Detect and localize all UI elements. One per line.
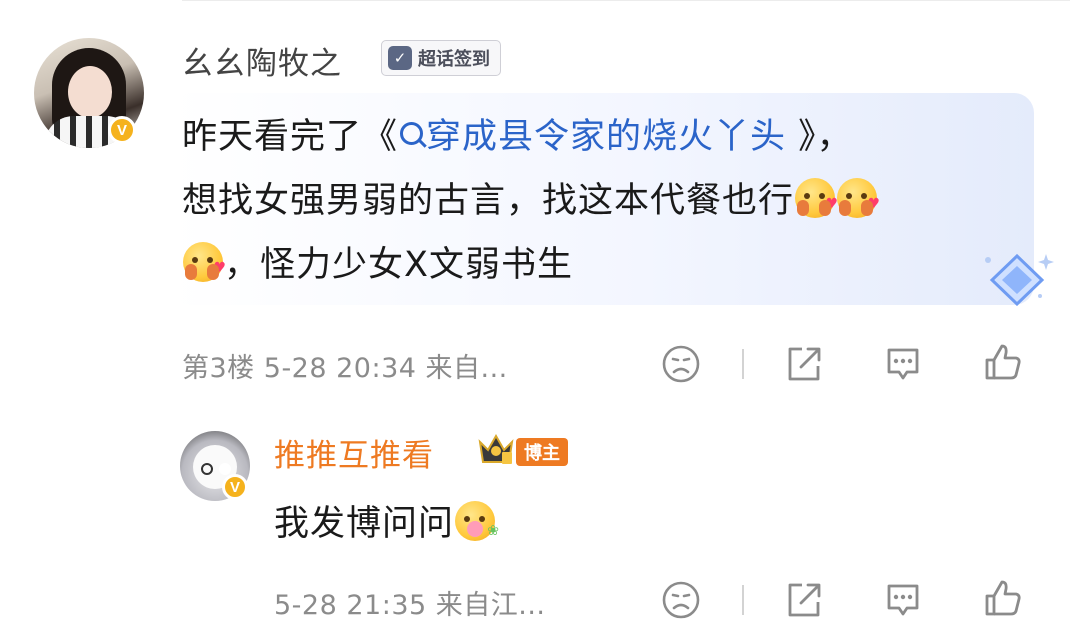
check-calendar-icon: ✓ [388,46,412,70]
comment-text-line: 昨天看完了《 穿成县令家的烧火丫头 》， [182,117,853,157]
comment-text-line: 想找女强男弱的古言，找这本代餐也行 ♥ ♥ [182,172,880,223]
sad-face-icon[interactable] [661,580,701,620]
divider [742,585,744,615]
crown-icon [478,433,514,464]
verified-badge-icon: V [222,474,248,500]
verified-badge-icon: V [108,116,136,144]
thumbs-up-icon[interactable] [983,342,1023,382]
username[interactable]: 推推互推看 [274,430,434,475]
share-icon[interactable] [784,580,824,620]
comment-meta: 第3楼 5-28 20:34 来自... [182,353,508,384]
blush-emoji-icon: ♥ [183,242,226,282]
comment-text-line: ♥ ，怪力少女X文弱书生 [182,236,573,287]
reply-meta: 5-28 21:35 来自江... [274,590,546,621]
comment-icon[interactable] [883,344,923,384]
supertopic-checkin-badge[interactable]: ✓ 超话签到 [381,40,501,76]
blogger-badge: 博主 [516,438,568,466]
supertopic-badge-label: 超话签到 [418,49,490,70]
blush-emoji-icon: ♥ [795,178,838,218]
diamond-decoration-icon [985,253,1054,306]
search-icon [400,122,424,145]
sad-face-icon[interactable] [661,344,701,384]
top-divider [182,0,1070,1]
blush-emoji-icon: ♥ [837,178,880,218]
divider [742,349,744,379]
comment-icon[interactable] [883,580,923,620]
share-icon[interactable] [784,344,824,384]
flower-emoji-icon: ❀ [455,501,499,541]
search-link[interactable]: 穿成县令家的烧火丫头 [398,117,798,157]
thumbs-up-icon[interactable] [983,578,1023,618]
reply-text: 我发博问问 ❀ [274,495,499,546]
username[interactable]: 幺幺陶牧之 [182,38,342,83]
